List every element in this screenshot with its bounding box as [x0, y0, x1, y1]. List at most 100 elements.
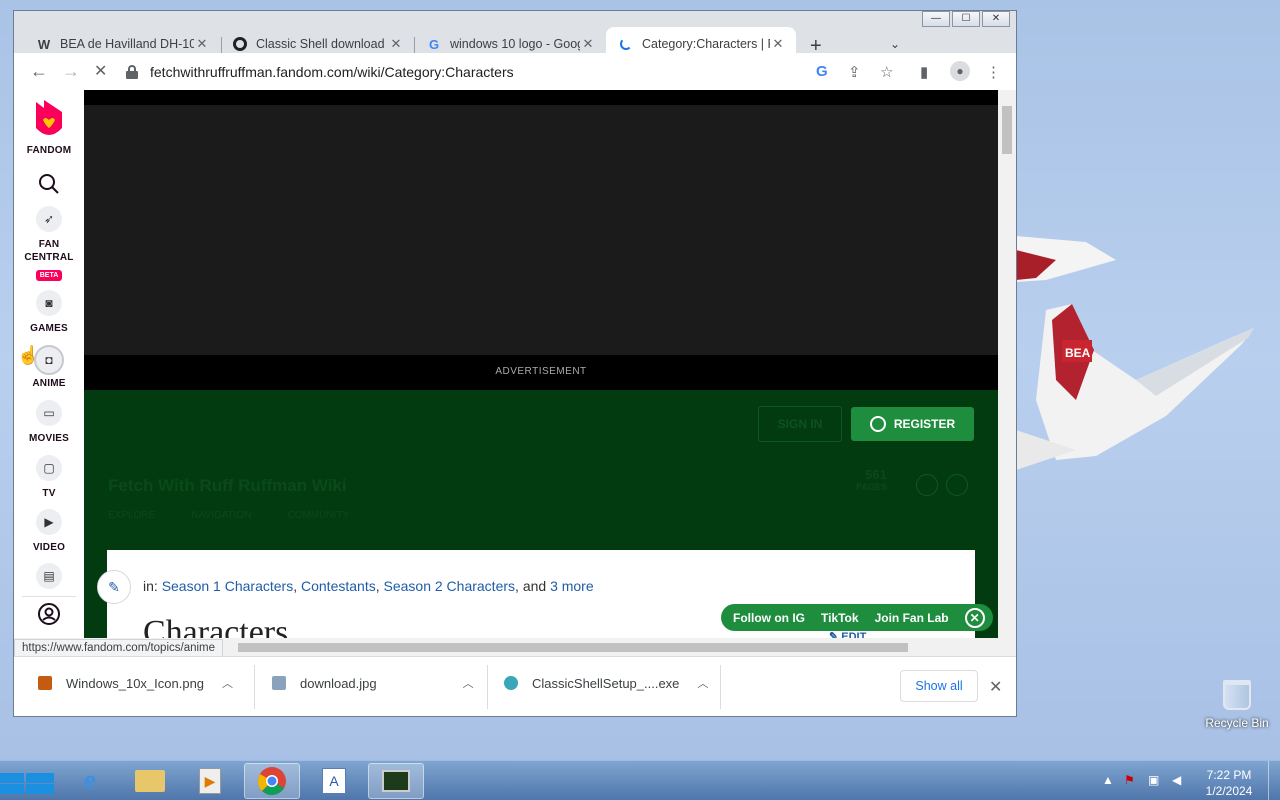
- png-file-icon: [38, 676, 52, 690]
- wiki-nav: EXPLORE NAVIGATION COMMUNITY: [108, 510, 349, 521]
- wiki-name[interactable]: Fetch With Ruff Ruffman Wiki: [108, 476, 347, 496]
- download-shelf: Windows_10x_Icon.png ︿ download.jpg ︿ Cl…: [14, 656, 1016, 716]
- sidebar-item-label: VIDEO: [32, 542, 66, 553]
- download-filename: ClassicShellSetup_....exe: [532, 675, 680, 691]
- categories-line: in: Season 1 Characters, Contestants, Se…: [143, 578, 594, 594]
- address-bar[interactable]: fetchwithruffruffman.fandom.com/wiki/Cat…: [126, 57, 902, 87]
- exe-shell-icon: [504, 676, 518, 690]
- sidebar-item-tv[interactable]: ▢ TV: [14, 455, 84, 500]
- rocket-icon: ➶: [36, 206, 62, 232]
- taskbar-explorer[interactable]: [122, 763, 178, 799]
- start-button[interactable]: [0, 769, 56, 795]
- clapperboard-icon: ▭: [36, 400, 62, 426]
- sidebar-item-label: TV: [42, 488, 56, 499]
- stop-loading-icon[interactable]: ✕: [94, 61, 107, 81]
- tray-chevron-icon[interactable]: ▲: [1102, 773, 1114, 787]
- edit-pencil-icon[interactable]: ✎: [97, 570, 131, 604]
- close-tab-icon[interactable]: ✕: [580, 36, 596, 52]
- taskbar-task-manager[interactable]: [368, 763, 424, 799]
- tab-search-chevron-icon[interactable]: ⌄: [890, 37, 900, 51]
- fandom-logo[interactable]: FANDOM: [14, 98, 84, 157]
- category-link[interactable]: Season 2 Characters: [384, 578, 516, 594]
- download-item[interactable]: Windows_10x_Icon.png ︿: [38, 675, 233, 691]
- categories-prefix: in:: [143, 578, 158, 594]
- menu-kebab-icon[interactable]: ⋮: [986, 63, 1001, 81]
- sidebar-item-label: MOVIES: [28, 433, 70, 444]
- sidebar-user-account[interactable]: [14, 602, 84, 626]
- recycle-bin-label: Recycle Bin: [1205, 716, 1269, 730]
- back-arrow-icon[interactable]: ←: [30, 61, 48, 82]
- close-tab-icon[interactable]: ✕: [770, 36, 786, 52]
- theme-moon-icon[interactable]: [946, 474, 968, 496]
- categories-and: and: [522, 578, 547, 594]
- pages-number: 561: [865, 467, 887, 482]
- tab-title: windows 10 logo - Goog: [450, 37, 580, 51]
- taskbar-chrome[interactable]: [244, 763, 300, 799]
- google-lens-icon[interactable]: G: [816, 63, 828, 80]
- clock-date: 1/2/2024: [1205, 784, 1253, 798]
- close-circle-icon[interactable]: ✕: [964, 607, 985, 628]
- recycle-bin-desktop-icon[interactable]: Recycle Bin: [1204, 680, 1270, 732]
- task-manager-icon: [382, 770, 410, 792]
- recycle-bin-icon: [1223, 680, 1251, 710]
- sidebar-item-movies[interactable]: ▭ MOVIES: [14, 400, 84, 445]
- tiktok-link[interactable]: TikTok: [821, 611, 859, 625]
- sidebar-item-games[interactable]: ◙ GAMES: [14, 290, 84, 335]
- close-tab-icon[interactable]: ✕: [194, 36, 210, 52]
- sidebar-item-video[interactable]: ▶ VIDEO: [14, 509, 84, 554]
- close-tab-icon[interactable]: ✕: [388, 36, 404, 52]
- taskbar-wordpad[interactable]: A: [306, 763, 362, 799]
- taskbar-media-player[interactable]: ▶: [182, 763, 238, 799]
- advertisement-slot: ADVERTISEMENT: [84, 90, 998, 390]
- chevron-up-icon[interactable]: ︿: [697, 675, 708, 691]
- close-shelf-icon[interactable]: ✕: [989, 677, 1002, 697]
- categories-more-link[interactable]: 3 more: [550, 578, 594, 594]
- system-clock[interactable]: 7:22 PM 1/2/2024: [1196, 767, 1262, 799]
- sidebar-item-label: ANIME: [32, 378, 66, 389]
- pages-count: 561 PAGES: [856, 468, 887, 494]
- show-desktop-button[interactable]: [1268, 761, 1280, 800]
- follow-ig-link[interactable]: Follow on IG: [733, 611, 805, 625]
- sign-in-button[interactable]: SIGN IN: [758, 406, 842, 442]
- download-item[interactable]: ClassicShellSetup_....exe ︿: [504, 675, 708, 691]
- chevron-up-icon[interactable]: ︿: [222, 675, 233, 691]
- sidebar-item-fan-central[interactable]: ➶ FAN CENTRAL BETA: [14, 206, 84, 282]
- user-circle-icon: [38, 603, 60, 625]
- search-icon: [39, 174, 59, 194]
- video-play-icon: ▶: [36, 509, 62, 535]
- category-link[interactable]: Season 1 Characters: [162, 578, 294, 594]
- profile-avatar-icon[interactable]: ●: [950, 61, 970, 81]
- browser-window: — ☐ ✕ W BEA de Havilland DH-106 ✕ Classi…: [13, 10, 1017, 717]
- download-item[interactable]: download.jpg ︿: [272, 675, 474, 691]
- register-button[interactable]: REGISTER: [851, 407, 974, 441]
- join-fan-lab-link[interactable]: Join Fan Lab: [875, 611, 949, 625]
- gamepad-icon: ◙: [36, 290, 62, 316]
- nav-navigation[interactable]: NAVIGATION: [191, 510, 251, 521]
- show-all-button[interactable]: Show all: [900, 670, 978, 702]
- wordpad-icon: A: [322, 768, 346, 794]
- lock-icon: [126, 65, 138, 79]
- bookmark-star-icon[interactable]: ☆: [880, 63, 893, 81]
- tab-title: BEA de Havilland DH-106: [60, 37, 194, 51]
- jpg-file-icon: [272, 676, 286, 690]
- nav-community[interactable]: COMMUNITY: [287, 510, 349, 521]
- chevron-up-icon[interactable]: ︿: [463, 675, 474, 691]
- wiki-search-icon[interactable]: [916, 474, 938, 496]
- clock-time: 7:22 PM: [1206, 768, 1252, 782]
- volume-muted-icon[interactable]: ◀: [1172, 773, 1181, 787]
- action-center-flag-icon[interactable]: ⚑: [1124, 773, 1135, 787]
- forward-arrow-icon[interactable]: →: [62, 61, 80, 82]
- sidebar-item-books[interactable]: ▤: [14, 563, 84, 589]
- page-main: ADVERTISEMENT SIGN IN REGISTER Fetch Wit…: [84, 90, 998, 656]
- side-panel-icon[interactable]: ▮: [920, 63, 928, 81]
- vertical-scrollbar[interactable]: [998, 90, 1016, 656]
- windows-logo-icon: [0, 773, 54, 794]
- fandom-search[interactable]: [14, 172, 84, 196]
- tab-strip: W BEA de Havilland DH-106 ✕ Classic Shel…: [14, 19, 1016, 61]
- open-book-icon: ▤: [36, 563, 62, 589]
- category-link[interactable]: Contestants: [301, 578, 376, 594]
- share-icon[interactable]: ⇪: [848, 63, 861, 81]
- network-icon[interactable]: ▣: [1148, 773, 1159, 787]
- nav-explore[interactable]: EXPLORE: [108, 510, 155, 521]
- taskbar-ie[interactable]: e: [62, 763, 118, 799]
